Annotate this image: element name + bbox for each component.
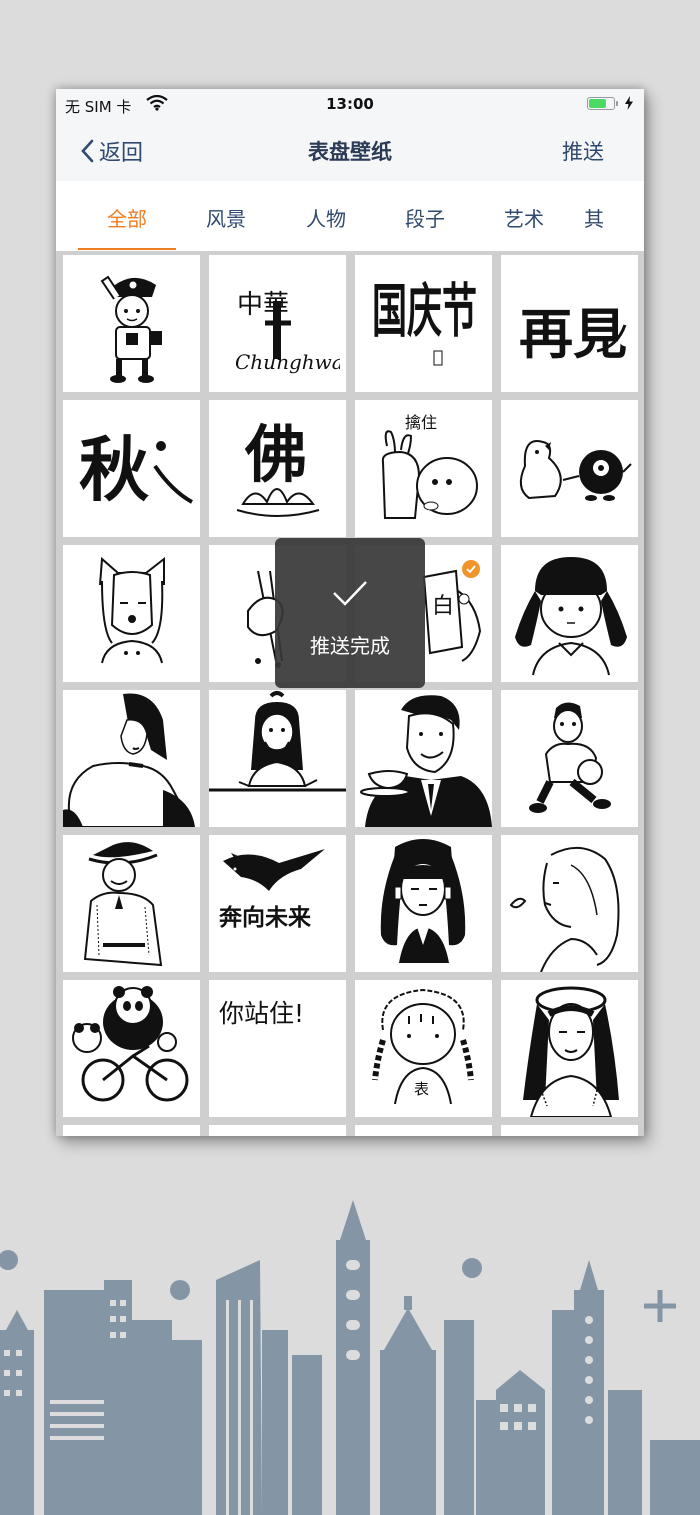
chunghwa-chars: 中華 xyxy=(237,290,289,320)
charging-bolt-icon xyxy=(624,96,634,114)
wallpaper-partial[interactable] xyxy=(355,1125,492,1136)
wallpaper-partial[interactable] xyxy=(63,1125,200,1136)
police-boy-cartoon-icon xyxy=(100,275,162,383)
push-button[interactable]: 推送 xyxy=(562,136,604,166)
fashion-girl-icon xyxy=(63,693,195,827)
panda-bicycle-icon xyxy=(72,986,189,1102)
wallpaper-cowboy[interactable] xyxy=(63,835,200,972)
wallpaper-rabbit-hug[interactable]: 擒住 xyxy=(355,400,492,537)
tab-jokes[interactable]: 段子 xyxy=(375,203,475,232)
wallpaper-hold-on-text[interactable]: 你站住! xyxy=(209,980,346,1117)
buddha-char: 佛 xyxy=(244,418,307,491)
pigtail-girl-icon xyxy=(514,557,627,676)
retro-man-teacup-icon xyxy=(360,695,492,827)
selected-check-icon xyxy=(462,560,480,578)
hold-on-caption: 你站住! xyxy=(219,999,304,1028)
wallpaper-bird-creatures[interactable] xyxy=(501,400,638,537)
wallpaper-chunghwa[interactable]: 中華 Chunghwa xyxy=(209,255,346,392)
cat-ears-girl-icon xyxy=(98,556,165,664)
tab-people[interactable]: 人物 xyxy=(276,203,376,232)
push-complete-toast: 推送完成 xyxy=(275,538,425,688)
rabbit-hug-cartoon-icon: 擒住 xyxy=(381,413,478,519)
national-day-calligraphy-icon: 国庆节 xyxy=(372,277,477,366)
wallpaper-sketch-girl[interactable] xyxy=(501,835,638,972)
battery-icon xyxy=(587,97,618,110)
bird-creatures-cartoon-icon xyxy=(519,440,632,501)
city-skyline-decoration xyxy=(0,1200,700,1515)
rabbit-caption: 擒住 xyxy=(405,413,437,432)
beret-girl-icon xyxy=(523,986,619,1117)
girl-at-table-icon xyxy=(209,691,346,792)
wallpaper-autumn[interactable]: 秋 xyxy=(63,400,200,537)
wallpaper-partial[interactable] xyxy=(209,1125,346,1136)
wallpaper-cat-ears-girl[interactable] xyxy=(63,545,200,682)
wallpaper-grid-scroll[interactable]: 中華 Chunghwa 国庆节 再見 秋 佛 擒住 白 奔向未来 你站住! 表 xyxy=(56,251,644,1136)
autumn-calligraphy-icon: 秋 xyxy=(79,428,193,511)
wallpaper-partial[interactable] xyxy=(501,1125,638,1136)
cowboy-icon xyxy=(83,842,163,967)
buddha-lotus-calligraphy-icon: 佛 xyxy=(236,418,320,517)
chunghwa-caption: Chunghwa xyxy=(235,350,340,374)
chunghwa-calligraphy-icon: 中華 Chunghwa xyxy=(235,290,340,374)
wallpaper-buddha-lotus[interactable]: 佛 xyxy=(209,400,346,537)
wallpaper-twin-tails-girl[interactable] xyxy=(355,835,492,972)
checkmark-icon xyxy=(332,580,368,610)
basketball-player-icon xyxy=(528,702,611,813)
wallpaper-panda-bicycle[interactable] xyxy=(63,980,200,1117)
navigation-bar: 返回 表盘壁纸 推送 xyxy=(56,121,644,181)
twin-tails-girl-icon xyxy=(380,839,466,963)
wallpaper-goodbye[interactable]: 再見 xyxy=(501,255,638,392)
battery-fill xyxy=(589,99,606,108)
status-bar: 无 SIM 卡 13:00 xyxy=(56,89,644,121)
autumn-char: 秋 xyxy=(79,428,149,511)
goodbye-calligraphy-icon: 再見 xyxy=(519,302,627,366)
hold-on-text-icon: 你站住! xyxy=(219,999,304,1028)
wallpaper-national-day[interactable]: 国庆节 xyxy=(355,255,492,392)
clock: 13:00 xyxy=(326,95,374,113)
phone-screen: 无 SIM 卡 13:00 返回 表盘壁纸 推送 全部 风景 人物 段子 艺术 … xyxy=(56,89,644,1136)
wallpaper-grid: 中華 Chunghwa 国庆节 再見 秋 佛 擒住 白 奔向未来 你站住! 表 xyxy=(63,255,638,1136)
wallpaper-pigtail-girl[interactable] xyxy=(501,545,638,682)
wolf-caption: 奔向未来 xyxy=(219,904,312,931)
card-char: 白 xyxy=(432,594,454,619)
wallpaper-braided-girl[interactable]: 表 xyxy=(355,980,492,1117)
active-tab-indicator xyxy=(78,248,176,250)
wallpaper-retro-man[interactable] xyxy=(355,690,492,827)
wallpaper-beret-girl[interactable] xyxy=(501,980,638,1117)
wallpaper-running-wolf[interactable]: 奔向未来 xyxy=(209,835,346,972)
page-title: 表盘壁纸 xyxy=(308,140,392,164)
tab-scenery[interactable]: 风景 xyxy=(176,203,276,232)
toast-label: 推送完成 xyxy=(310,634,390,658)
wallpaper-fashion-girl[interactable] xyxy=(63,690,200,827)
national-day-chars: 国庆节 xyxy=(372,277,477,345)
tab-other[interactable]: 其 xyxy=(584,203,644,232)
goodbye-chars: 再見 xyxy=(519,302,627,366)
braided-girl-icon: 表 xyxy=(372,988,474,1105)
tab-all[interactable]: 全部 xyxy=(77,203,177,232)
wallpaper-police-boy[interactable] xyxy=(63,255,200,392)
running-wolf-icon: 奔向未来 xyxy=(219,849,325,931)
wallpaper-girl-at-table[interactable] xyxy=(209,690,346,827)
wallpaper-basketball-player[interactable] xyxy=(501,690,638,827)
braided-caption: 表 xyxy=(414,1080,429,1098)
tab-art[interactable]: 艺术 xyxy=(474,203,574,232)
category-tabs: 全部 风景 人物 段子 艺术 其 xyxy=(56,181,644,251)
sketch-girl-profile-icon xyxy=(509,847,620,972)
